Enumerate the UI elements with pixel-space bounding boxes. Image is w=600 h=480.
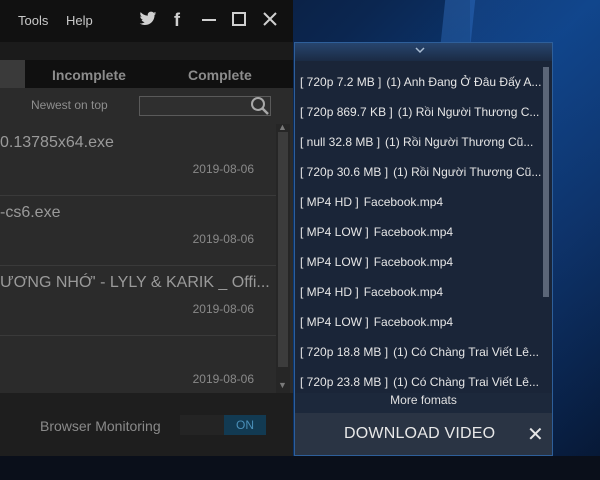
format-title: (1) Rồi Người Thương Cũ...	[385, 135, 534, 149]
format-tag: [ 720p 18.8 MB ]	[300, 345, 389, 359]
format-title: (1) Rồi Người Thương Cũ...	[393, 165, 542, 179]
scroll-thumb[interactable]	[278, 132, 288, 367]
close-icon[interactable]: ✕	[527, 422, 544, 447]
format-tag: [ MP4 LOW ]	[300, 255, 369, 269]
minimize-icon[interactable]	[202, 11, 216, 31]
format-tag: [ MP4 HD ]	[300, 285, 359, 299]
taskbar	[0, 456, 600, 480]
download-list: Newest on top 0.13785x64.exe 2019-08-06 …	[0, 88, 293, 394]
format-tag: [ MP4 LOW ]	[300, 315, 369, 329]
file-date: 2019-08-06	[192, 372, 254, 386]
browser-monitoring-toggle[interactable]: ON	[180, 415, 266, 435]
app-window: Tools Help f Incomplete Complete Newest …	[0, 0, 293, 456]
format-item[interactable]: [ 720p 869.7 KB ] (1) Rồi Người Thương C.…	[300, 97, 545, 127]
more-formats-link[interactable]: More fomats	[295, 393, 552, 413]
panel-scrollbar[interactable]	[543, 67, 549, 297]
format-tag: [ 720p 23.8 MB ]	[300, 375, 389, 389]
format-title: Facebook.mp4	[363, 195, 444, 209]
format-title: (1) Có Chàng Trai Viết Lê...	[393, 345, 539, 359]
format-item[interactable]: [ MP4 HD ] Facebook.mp4	[300, 187, 545, 217]
format-title: Facebook.mp4	[363, 285, 444, 299]
scroll-up-icon[interactable]: ▲	[278, 122, 287, 132]
twitter-icon[interactable]	[139, 11, 157, 31]
tab-complete[interactable]: Complete	[188, 67, 252, 83]
file-name: 0.13785x64.exe	[0, 134, 114, 151]
facebook-icon[interactable]: f	[174, 11, 180, 29]
format-tag: [ 720p 30.6 MB ]	[300, 165, 389, 179]
title-bar: Tools Help f	[0, 0, 293, 42]
format-tag: [ MP4 HD ]	[300, 195, 359, 209]
format-item[interactable]: [ 720p 7.2 MB ] (1) Anh Đang Ở Đâu Đấy A.…	[300, 67, 545, 97]
tab-bar: Incomplete Complete	[0, 60, 293, 88]
format-title: (1) Rồi Người Thương C...	[397, 105, 540, 119]
close-icon[interactable]	[263, 11, 277, 31]
sort-order-label[interactable]: Newest on top	[31, 98, 108, 112]
tab-all[interactable]	[0, 60, 25, 88]
file-date: 2019-08-06	[192, 302, 254, 316]
list-item[interactable]: 0.13785x64.exe 2019-08-06	[0, 124, 276, 196]
file-name: -cs6.exe	[0, 204, 61, 221]
menu-help[interactable]: Help	[66, 13, 93, 28]
format-item[interactable]: [ MP4 LOW ] Facebook.mp4	[300, 247, 545, 277]
bottom-bar: Browser Monitoring ON	[0, 393, 293, 456]
browser-monitoring-label: Browser Monitoring	[40, 418, 161, 434]
format-item[interactable]: [ 720p 30.6 MB ] (1) Rồi Người Thương Cũ.…	[300, 157, 545, 187]
format-title: Facebook.mp4	[373, 225, 454, 239]
format-item[interactable]: [ null 32.8 MB ] (1) Rồi Người Thương Cũ.…	[300, 127, 545, 157]
download-bar: DOWNLOAD VIDEO ✕	[295, 413, 552, 455]
format-item[interactable]: [ 720p 18.8 MB ] (1) Có Chàng Trai Viết L…	[300, 337, 545, 367]
search-icon[interactable]	[250, 96, 270, 116]
format-tag: [ null 32.8 MB ]	[300, 135, 381, 149]
format-item[interactable]: [ MP4 LOW ] Facebook.mp4	[300, 217, 545, 247]
list-item[interactable]: -cs6.exe 2019-08-06	[0, 194, 276, 266]
format-item[interactable]: [ MP4 LOW ] Facebook.mp4	[300, 307, 545, 337]
download-video-button[interactable]: DOWNLOAD VIDEO	[344, 425, 495, 443]
menu-tools[interactable]: Tools	[18, 13, 48, 28]
format-title: Facebook.mp4	[373, 315, 454, 329]
maximize-icon[interactable]	[232, 11, 247, 31]
format-title: (1) Có Chàng Trai Viết Lê...	[393, 375, 539, 389]
format-tag: [ 720p 7.2 MB ]	[300, 75, 382, 89]
list-scrollbar[interactable]: ▲ ▼	[276, 122, 290, 394]
format-title: (1) Anh Đang Ở Đâu Đấy A...	[386, 75, 542, 89]
format-tag: [ MP4 LOW ]	[300, 225, 369, 239]
format-tag: [ 720p 869.7 KB ]	[300, 105, 393, 119]
file-date: 2019-08-06	[192, 232, 254, 246]
format-title: Facebook.mp4	[373, 255, 454, 269]
list-item[interactable]: ƯƠNG NHỚ' - LYLY & KARIK _ Offi... 2019-…	[0, 264, 276, 336]
panel-collapse-bar[interactable]	[295, 43, 552, 61]
tab-incomplete[interactable]: Incomplete	[52, 67, 126, 83]
download-video-panel: [ 720p 7.2 MB ] (1) Anh Đang Ở Đâu Đấy A.…	[294, 42, 553, 456]
file-date: 2019-08-06	[192, 162, 254, 176]
toggle-state: ON	[224, 415, 266, 435]
format-list: [ 720p 7.2 MB ] (1) Anh Đang Ở Đâu Đấy A.…	[295, 67, 545, 413]
chevron-down-icon[interactable]	[415, 45, 425, 58]
file-name: ƯƠNG NHỚ' - LYLY & KARIK _ Offi...	[0, 274, 270, 291]
scroll-down-icon[interactable]: ▼	[278, 380, 287, 390]
format-item[interactable]: [ MP4 HD ] Facebook.mp4	[300, 277, 545, 307]
